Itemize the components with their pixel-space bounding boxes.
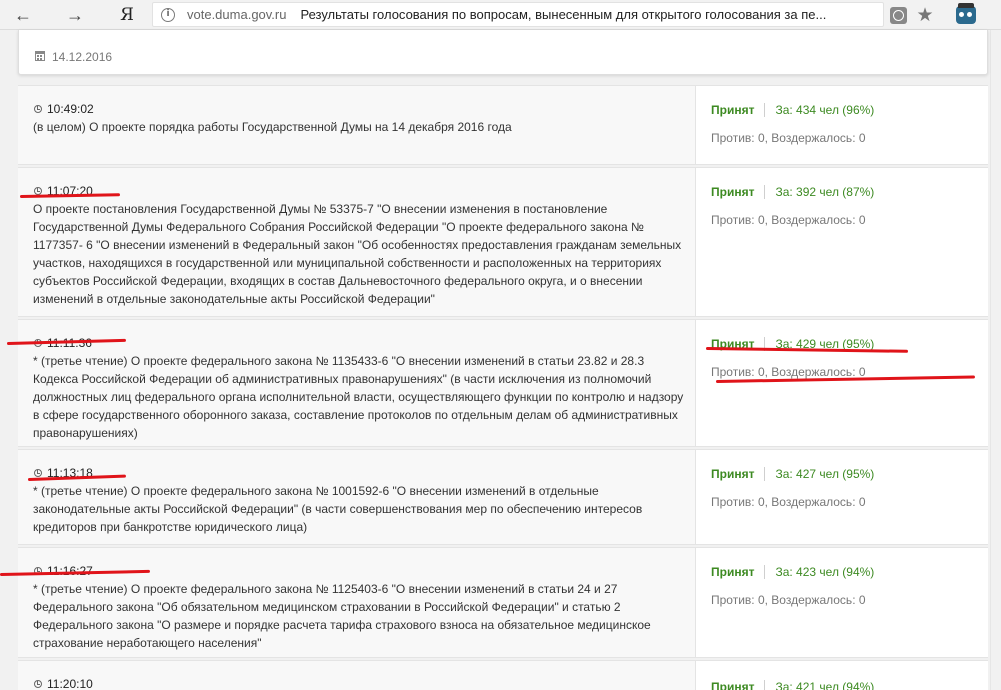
vote-status: Принят — [711, 467, 755, 481]
vote-row[interactable]: 10:49:02 (в целом) О проекте порядка раб… — [18, 85, 988, 165]
votes-for: За: 392 чел (87%) — [775, 185, 875, 199]
votes-for: За: 429 чел (95%) — [775, 337, 875, 351]
vote-status: Принят — [711, 103, 755, 117]
vote-time: 11:07:20 — [34, 183, 685, 199]
vote-row[interactable]: 11:16:27 * (третье чтение) О проекте фед… — [18, 547, 988, 658]
browser-toolbar: ← → Я i vote.duma.gov.ru Результаты голо… — [0, 0, 1001, 30]
session-date: 14.12.2016 — [52, 50, 113, 64]
divider — [764, 680, 766, 690]
clock-icon — [34, 187, 42, 195]
vote-time: 11:11:36 — [34, 335, 685, 351]
yandex-logo-icon[interactable]: Я — [112, 0, 142, 30]
votes-against: Против: 0, Воздержалось: 0 — [711, 593, 866, 607]
divider — [764, 467, 766, 481]
divider — [764, 103, 766, 117]
vote-description[interactable]: (в целом) О проекте порядка работы Госуд… — [33, 118, 685, 136]
vote-list: 10:49:02 (в целом) О проекте порядка раб… — [18, 85, 988, 690]
site-info-icon[interactable]: i — [161, 7, 175, 22]
divider — [764, 565, 766, 579]
clock-icon — [34, 469, 42, 477]
bookmark-star-icon[interactable]: ★ — [910, 0, 940, 30]
vote-time-text: 11:20:10 — [47, 677, 93, 690]
vote-status: Принят — [711, 337, 755, 351]
vote-status: Принят — [711, 680, 755, 690]
clock-icon — [34, 105, 42, 113]
vote-result: Принят За: 421 чел (94%) — [695, 661, 988, 690]
vote-result: Принят За: 427 чел (95%) Против: 0, Возд… — [695, 450, 988, 544]
vote-row[interactable]: 11:20:10 Принят За: 421 чел (94%) — [18, 660, 988, 690]
votes-for: За: 423 чел (94%) — [775, 565, 875, 579]
vote-time-text: 10:49:02 — [47, 102, 94, 116]
vote-description[interactable]: * (третье чтение) О проекте федерального… — [33, 482, 685, 536]
calendar-icon — [35, 51, 45, 61]
vote-result: Принят За: 434 чел (96%) Против: 0, Возд… — [695, 86, 988, 164]
vote-description[interactable]: * (третье чтение) О проекте федерального… — [33, 580, 685, 652]
vote-status: Принят — [711, 185, 755, 199]
vote-result: Принят За: 429 чел (95%) Против: 0, Возд… — [695, 320, 988, 446]
scrollbar[interactable] — [990, 30, 1001, 690]
vote-row[interactable]: 11:07:20 О проекте постановления Государ… — [18, 167, 988, 317]
vote-time-text: 11:07:20 — [47, 184, 93, 198]
votes-against: Против: 0, Воздержалось: 0 — [711, 365, 866, 379]
vote-row[interactable]: 11:13:18 * (третье чтение) О проекте фед… — [18, 449, 988, 545]
vote-time-text: 11:11:36 — [47, 336, 92, 350]
votes-against: Против: 0, Воздержалось: 0 — [711, 213, 866, 227]
date-filter-card: 14.12.2016 — [18, 30, 988, 75]
back-button[interactable]: ← — [8, 0, 38, 30]
vote-description[interactable]: О проекте постановления Государственной … — [33, 200, 685, 308]
url-domain: vote.duma.gov.ru — [187, 7, 287, 22]
vote-status: Принят — [711, 565, 755, 579]
translate-icon[interactable] — [886, 0, 910, 30]
votes-for: За: 434 чел (96%) — [775, 103, 875, 117]
vote-result: Принят За: 423 чел (94%) Против: 0, Возд… — [695, 548, 988, 657]
vote-time-text: 11:16:27 — [47, 564, 93, 578]
forward-button[interactable]: → — [60, 0, 90, 30]
votes-for: За: 427 чел (95%) — [775, 467, 875, 481]
clock-icon — [34, 567, 42, 575]
vote-time: 10:49:02 — [34, 101, 685, 117]
vote-description[interactable]: * (третье чтение) О проекте федерального… — [33, 352, 685, 442]
address-bar[interactable]: i vote.duma.gov.ru Результаты голосовани… — [152, 2, 884, 27]
votes-against: Против: 0, Воздержалось: 0 — [711, 131, 866, 145]
votes-for: За: 421 чел (94%) — [775, 680, 875, 690]
clock-icon — [34, 339, 42, 347]
vote-row[interactable]: 11:11:36 * (третье чтение) О проекте фед… — [18, 319, 988, 447]
vote-time-text: 11:13:18 — [47, 466, 93, 480]
votes-against: Против: 0, Воздержалось: 0 — [711, 495, 866, 509]
vote-time: 11:16:27 — [34, 563, 685, 579]
vote-time: 11:20:10 — [34, 676, 685, 690]
vote-result: Принят За: 392 чел (87%) Против: 0, Возд… — [695, 168, 988, 316]
extension-icon[interactable] — [950, 0, 982, 30]
divider — [764, 337, 766, 351]
page-title: Результаты голосования по вопросам, выне… — [300, 7, 827, 22]
clock-icon — [34, 680, 42, 688]
vote-time: 11:13:18 — [34, 465, 685, 481]
divider — [764, 185, 766, 199]
